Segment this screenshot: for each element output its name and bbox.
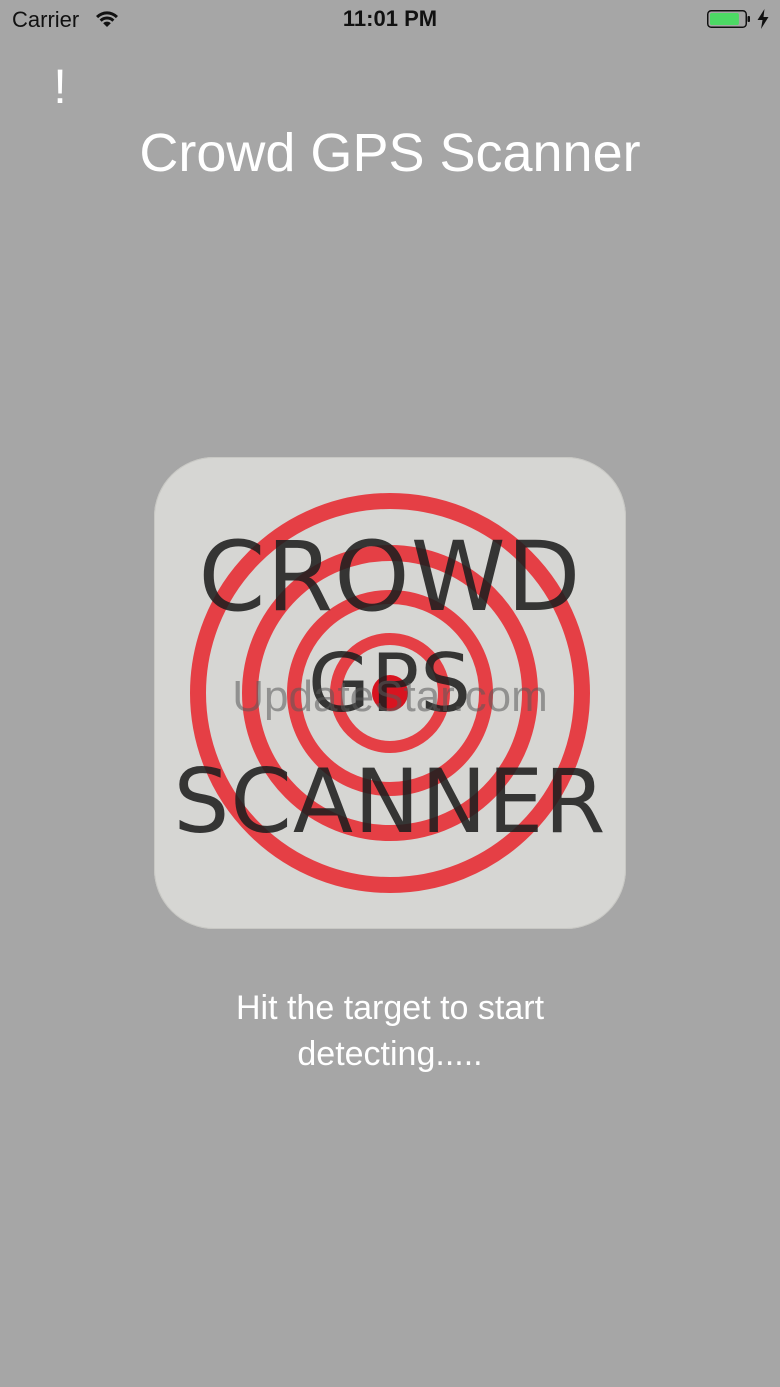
instruction-text: Hit the target to start detecting..... (235, 989, 545, 1073)
alert-button[interactable]: ! (40, 60, 80, 116)
charging-bolt-icon (756, 9, 770, 29)
watermark: UpdateStar.com (232, 672, 548, 721)
target-button[interactable]: CROWD GPS SCANNER UpdateStar.com (154, 457, 626, 929)
status-time: 11:01 PM (342, 6, 438, 31)
app-title: Crowd GPS Scanner (139, 123, 641, 183)
battery-icon (707, 10, 751, 28)
logo-text-crowd: CROWD (198, 521, 582, 633)
logo-text-scanner: SCANNER (173, 750, 607, 853)
status-bar: Carrier 11:01 PM (0, 0, 780, 40)
